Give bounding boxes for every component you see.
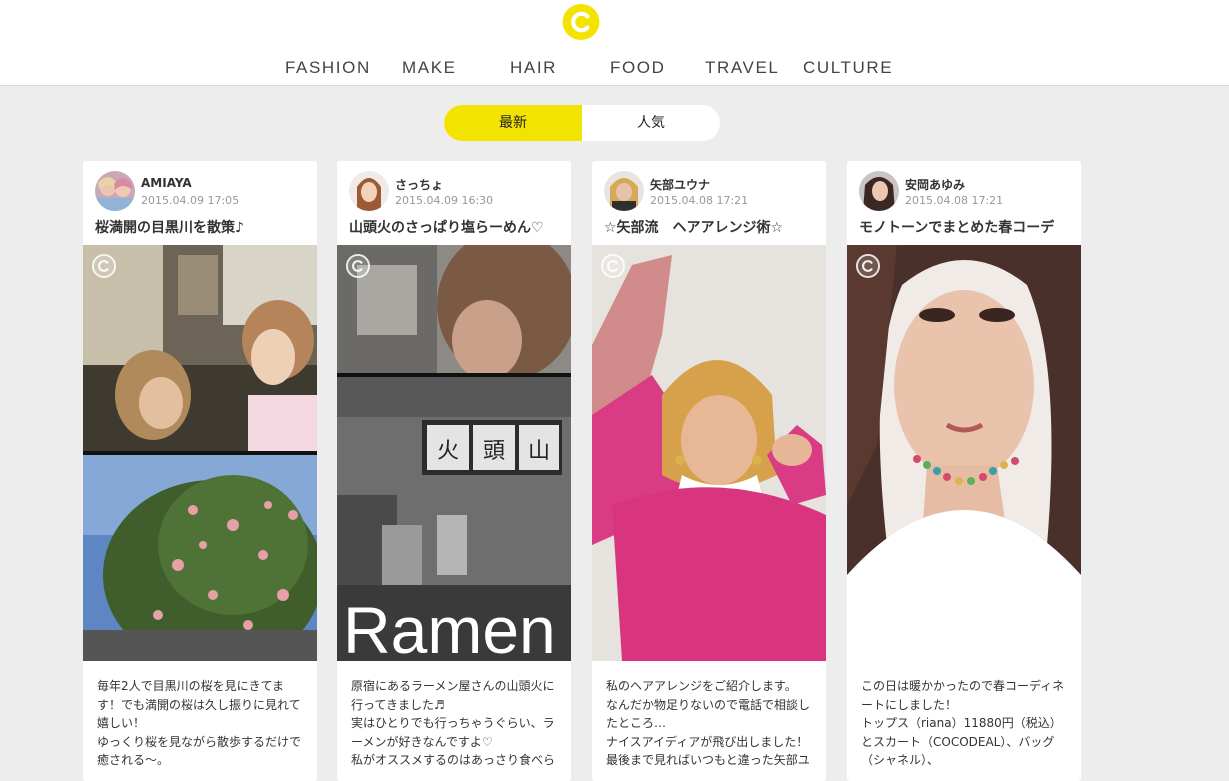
post-card[interactable]: AMIAYA 2015.04.09 17:05 桜満開の目黒川を散策♪ 毎年2人… [83, 161, 317, 781]
tab-popular[interactable]: 人気 [582, 105, 720, 141]
post-title[interactable]: ☆矢部流 ヘアアレンジ術☆ [604, 217, 824, 237]
username[interactable]: さっちょ [395, 176, 443, 193]
nav-hair[interactable]: HAIR [510, 58, 557, 78]
c-watermark-icon [345, 253, 371, 279]
avatar[interactable] [604, 171, 644, 211]
post-card[interactable]: さっちょ 2015.04.09 16:30 山頭火のさっぱり塩らーめん♡ 火 頭… [337, 161, 571, 781]
svg-text:火: 火 [437, 439, 459, 464]
nav-travel[interactable]: TRAVEL [705, 58, 779, 78]
c-watermark-icon [600, 253, 626, 279]
post-description: この日は暖かかったので春コーディネートにしました！ トップス（riana）1188… [861, 679, 1065, 767]
nav-fashion[interactable]: FASHION [285, 58, 371, 78]
username[interactable]: 矢部ユウナ [650, 176, 710, 193]
post-card[interactable]: 安岡あゆみ 2015.04.08 17:21 モノトーンでまとめた春コーデ この… [847, 161, 1081, 781]
avatar[interactable] [95, 171, 135, 211]
avatar[interactable] [859, 171, 899, 211]
site-header: FASHION MAKE HAIR FOOD TRAVEL CULTURE [0, 0, 1229, 86]
post-title[interactable]: 桜満開の目黒川を散策♪ [95, 217, 315, 237]
post-video-thumbnail[interactable] [592, 245, 826, 661]
post-description: 私のヘアアレンジをご紹介します。 なんだか物足りないので電話で相談したところ… ナイ… [606, 679, 811, 767]
post-date: 2015.04.08 17:21 [905, 194, 1004, 207]
avatar[interactable] [349, 171, 389, 211]
c-watermark-icon [855, 253, 881, 279]
post-date: 2015.04.09 17:05 [141, 194, 240, 207]
svg-text:山: 山 [528, 439, 550, 464]
sort-toggle: 最新 人気 [444, 105, 720, 141]
post-date: 2015.04.08 17:21 [650, 194, 749, 207]
post-video-thumbnail[interactable]: 火 頭 山 Ramen [337, 245, 571, 661]
username[interactable]: AMIAYA [141, 176, 192, 190]
tab-latest[interactable]: 最新 [444, 105, 582, 141]
ramen-overlay-text: Ramen [343, 593, 556, 661]
nav-make[interactable]: MAKE [402, 58, 457, 78]
post-video-thumbnail[interactable] [83, 245, 317, 661]
svg-text:頭: 頭 [483, 439, 505, 464]
post-title[interactable]: 山頭火のさっぱり塩らーめん♡ [349, 217, 569, 237]
post-description: 毎年2人で目黒川の桜を見にきてます！でも満開の桜は久し振りに見れて嬉しい！ ゆっく… [97, 679, 302, 767]
c-watermark-icon [91, 253, 117, 279]
post-date: 2015.04.09 16:30 [395, 194, 494, 207]
username[interactable]: 安岡あゆみ [905, 176, 965, 193]
nav-culture[interactable]: CULTURE [803, 58, 893, 78]
post-card[interactable]: 矢部ユウナ 2015.04.08 17:21 ☆矢部流 ヘアアレンジ術☆ 私のヘ… [592, 161, 826, 781]
post-title[interactable]: モノトーンでまとめた春コーデ [859, 217, 1079, 237]
post-video-thumbnail[interactable] [847, 245, 1081, 661]
post-description: 原宿にあるラーメン屋さんの山頭火に行ってきました♬ 実はひとりでも行っちゃうぐらい… [351, 679, 556, 767]
nav-food[interactable]: FOOD [610, 58, 666, 78]
c-logo-icon[interactable] [561, 2, 601, 42]
